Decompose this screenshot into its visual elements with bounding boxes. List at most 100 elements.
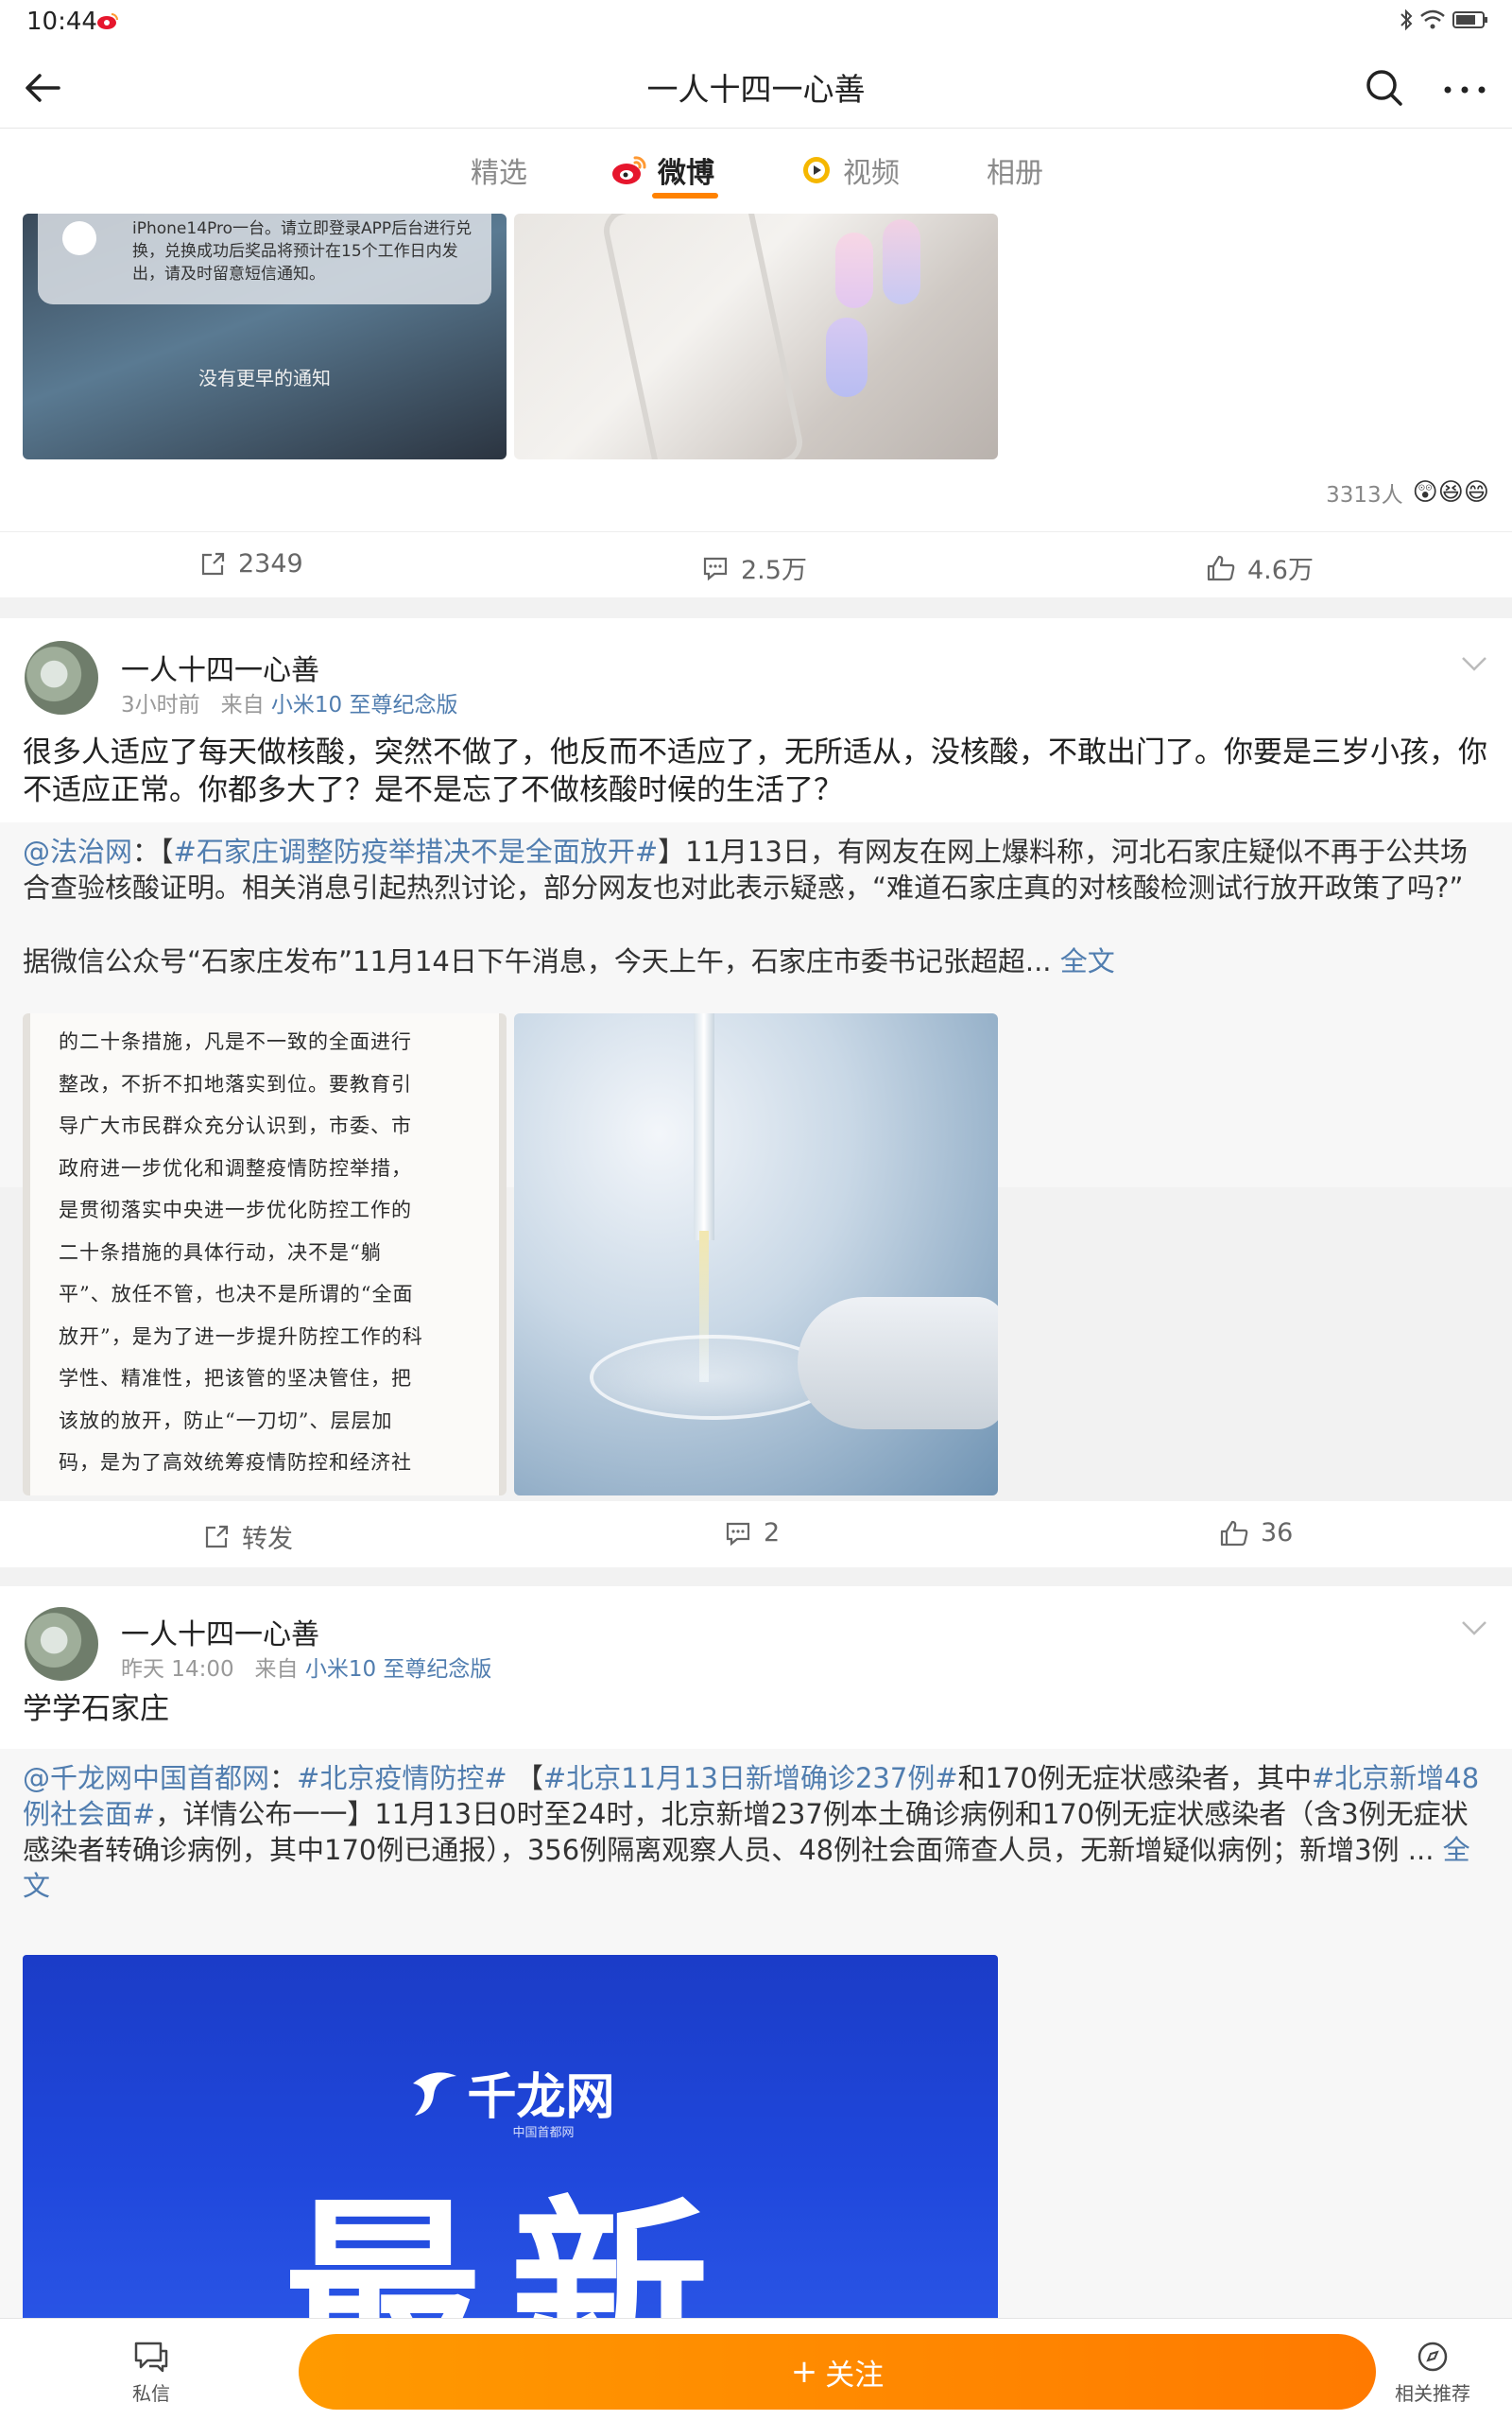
doc-left-edge	[23, 1013, 30, 1495]
document-line: 是贯彻落实中央进一步优化防控工作的	[59, 1199, 412, 1221]
pipette	[694, 1013, 714, 1240]
status-bar: 10:44	[0, 0, 1512, 47]
message-icon	[134, 2342, 168, 2373]
post-source-device[interactable]: 小米10 至尊纪念版	[305, 1657, 492, 1682]
share-icon	[201, 552, 225, 575]
post-meta: 昨天 14:00 来自 小米10 至尊纪念版	[121, 1651, 491, 1683]
repost-text-fragment: 【	[507, 1762, 543, 1794]
related-recommend-button[interactable]: 相关推荐	[1366, 2340, 1499, 2406]
nail-1	[835, 233, 873, 308]
emoji-reactions-icon: 😲😆😄	[1412, 478, 1489, 507]
related-label: 相关推荐	[1395, 2382, 1470, 2405]
post-action-bar: 转发 2 36	[0, 1501, 1512, 1567]
repost-label: 转发	[242, 1525, 293, 1554]
message-button[interactable]: 私信	[85, 2340, 217, 2406]
document-line: 政府进一步优化和调整疫情防控举措，	[59, 1156, 412, 1180]
follow-label: 关注	[825, 2358, 885, 2393]
plus-icon: +	[790, 2353, 818, 2391]
tab-label: 微博	[658, 157, 714, 190]
follow-button[interactable]: + 关注	[299, 2334, 1376, 2410]
active-tab-indicator	[652, 193, 718, 199]
thumbs-up-icon	[1207, 555, 1235, 580]
hashtag-link[interactable]: #北京11月13日新增确诊237例#	[543, 1762, 958, 1794]
post-image-document[interactable]: 的二十条措施，凡是不一致的全面进行 整改，不折不扣地落实到位。要教育引 导广大市民群…	[23, 1013, 507, 1495]
tab-weibo[interactable]: 微博	[610, 149, 714, 191]
tab-album[interactable]: 相册	[987, 149, 1043, 191]
document-line: 二十条措施的具体行动，决不是“躺	[59, 1240, 382, 1264]
nail-2	[883, 219, 920, 304]
document-line: 该放的放开，防止“一刀切”、层层加	[59, 1409, 393, 1432]
system-status-icons	[1399, 8, 1489, 32]
repost-count: 2349	[238, 549, 303, 579]
tab-label: 视频	[843, 157, 900, 190]
document-line: 放开”，是为了进一步提升防控工作的科	[59, 1324, 423, 1348]
post-from-label: 来自	[254, 1657, 299, 1682]
post-username[interactable]: 一人十四一心善	[121, 1611, 319, 1652]
like-button[interactable]: 4.6万	[1206, 549, 1314, 586]
status-time: 10:44	[26, 8, 97, 36]
post-card: iPhone14Pro一台。请立即登录APP后台进行兑换，兑换成功后奖品将预计在…	[0, 210, 1512, 597]
bottom-action-bar: 私信 + 关注 相关推荐	[0, 2318, 1512, 2420]
document-line: 学性、精准性，把该管的坚决管住，把	[59, 1367, 412, 1390]
document-line: 码，是为了高效统筹疫情防控和经济社	[59, 1451, 412, 1474]
phone-shape	[599, 214, 807, 459]
post-text: 学学石家庄	[23, 1692, 169, 1726]
document-line: 平”、放任不管，也决不是所谓的“全面	[59, 1283, 414, 1305]
comment-button[interactable]: 2.5万	[701, 549, 807, 586]
document-line: 整改，不折不扣地落实到位。要教育引	[59, 1072, 412, 1096]
repost-author-link[interactable]: @千龙网中国首都网	[23, 1762, 269, 1794]
comment-count: 2.5万	[741, 556, 807, 585]
more-options-icon[interactable]	[1436, 64, 1493, 112]
tab-label: 精选	[471, 157, 527, 190]
feed[interactable]: iPhone14Pro一台。请立即登录APP后台进行兑换，兑换成功后奖品将预计在…	[0, 210, 1512, 2318]
nail-3	[826, 318, 868, 397]
comment-icon	[703, 557, 728, 580]
page-title: 一人十四一心善	[646, 71, 866, 108]
tab-video[interactable]: 视频	[799, 149, 900, 191]
tab-label: 相册	[987, 157, 1043, 190]
banner-logo-text: 千龙网	[467, 2069, 615, 2126]
banner-headline: 最新	[283, 2179, 737, 2319]
like-button[interactable]: 36	[1219, 1518, 1293, 1547]
notification-card: iPhone14Pro一台。请立即登录APP后台进行兑换，兑换成功后奖品将预计在…	[38, 214, 491, 304]
post-card: 一人十四一心善 昨天 14:00 来自 小米10 至尊纪念版 学学石家庄 @千龙…	[0, 1586, 1512, 2318]
wifi-icon	[1420, 9, 1445, 29]
post-image-lab-photo[interactable]	[514, 1013, 998, 1495]
thumbs-up-icon	[1220, 1520, 1248, 1546]
repost-button[interactable]: 2349	[198, 549, 303, 579]
post-image-nails-photo[interactable]	[514, 214, 998, 459]
battery-icon	[1452, 11, 1487, 28]
tab-featured[interactable]: 精选	[471, 149, 527, 191]
repost-button[interactable]: 转发	[202, 1518, 293, 1555]
reactions-summary[interactable]: 3313人 😲😆😄	[1326, 476, 1489, 509]
repost-text: @千龙网中国首都网：#北京疫情防控# 【#北京11月13日新增确诊237例#和1…	[23, 1760, 1489, 1904]
message-label: 私信	[132, 2382, 170, 2405]
comment-button[interactable]: 2	[724, 1518, 780, 1547]
gloved-hand	[798, 1297, 998, 1429]
document-line: 的二十条措施，凡是不一致的全面进行	[59, 1030, 412, 1053]
like-count: 4.6万	[1247, 556, 1314, 585]
post-image-news-banner[interactable]: 千龙网 中国首都网 最新	[23, 1955, 998, 2318]
reactions-count: 3313人	[1326, 483, 1403, 508]
search-icon[interactable]	[1361, 64, 1408, 112]
avatar[interactable]	[25, 1607, 98, 1681]
like-count: 36	[1261, 1518, 1294, 1547]
document-text: 的二十条措施，凡是不一致的全面进行 整改，不折不扣地落实到位。要教育引 导广大市民群…	[59, 1021, 493, 1484]
repost-box[interactable]: @千龙网中国首都网：#北京疫情防控# 【#北京11月13日新增确诊237例#和1…	[0, 1749, 1512, 2318]
compass-icon	[1418, 2342, 1448, 2372]
top-nav-bar: 一人十四一心善	[0, 47, 1512, 129]
banner-logo: 千龙网 中国首都网	[23, 2057, 998, 2140]
share-icon	[205, 1525, 229, 1547]
post-image-notification-screenshot[interactable]: iPhone14Pro一台。请立即登录APP后台进行兑换，兑换成功后奖品将预计在…	[23, 214, 507, 459]
weibo-notification-icon	[96, 11, 119, 34]
repost-text-fragment: 和170例无症状感染者，其中	[957, 1762, 1312, 1794]
qianlong-swirl-icon	[413, 2071, 457, 2116]
comment-count: 2	[764, 1518, 781, 1547]
repost-separator: ：	[269, 1762, 298, 1794]
hashtag-link[interactable]: #北京疫情防控#	[297, 1762, 507, 1794]
bluetooth-icon	[1400, 9, 1413, 31]
weibo-logo-icon	[612, 156, 646, 184]
doc-right-edge	[499, 1013, 507, 1495]
notification-footer: 没有更早的通知	[198, 367, 331, 389]
chevron-down-icon[interactable]	[1457, 1611, 1491, 1645]
